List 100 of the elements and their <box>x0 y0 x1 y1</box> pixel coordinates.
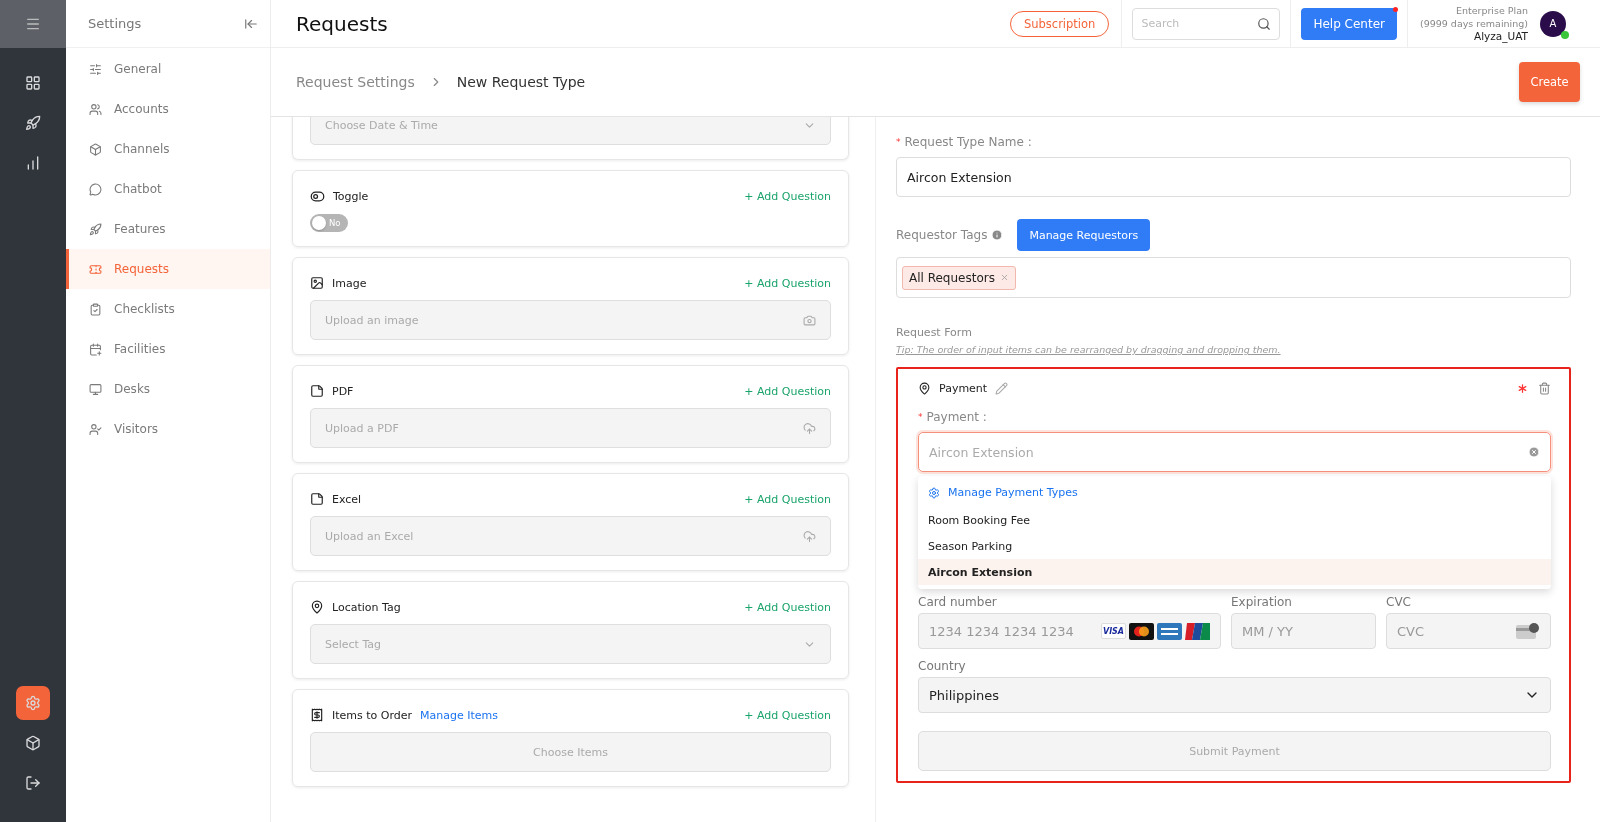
receipt-icon <box>310 708 324 722</box>
sidebar-item[interactable]: Channels <box>66 129 270 169</box>
cvc-field[interactable]: CVC <box>1386 613 1551 649</box>
upload-icon <box>803 529 816 543</box>
tags-field[interactable]: All Requestors <box>896 257 1571 298</box>
input-field[interactable]: Upload an Excel <box>310 516 831 556</box>
box-icon[interactable] <box>25 735 41 751</box>
clear-icon[interactable] <box>1528 446 1540 458</box>
settings-icon <box>928 486 940 499</box>
section-label: Request Form <box>896 326 972 339</box>
card-back-icon <box>1516 622 1540 640</box>
sidebar-item[interactable]: Requests <box>66 249 270 289</box>
clipboard-icon <box>89 302 102 316</box>
chat-icon <box>89 182 102 196</box>
note-icon <box>310 492 324 506</box>
add-question-link[interactable]: + Add Question <box>744 276 831 290</box>
field-label: Requestor Tags <box>896 228 988 242</box>
upload-icon <box>803 421 816 435</box>
plan-days: (9999 days remaining) <box>1419 17 1528 30</box>
input-field[interactable]: Upload an image <box>310 300 831 340</box>
field-label: Country <box>918 659 967 673</box>
breadcrumb-item[interactable]: Request Settings <box>296 74 415 90</box>
toggle-switch[interactable]: No <box>310 214 348 232</box>
dropdown-option[interactable]: Room Booking Fee <box>918 507 1551 533</box>
box-icon <box>89 142 102 156</box>
expiration-field[interactable]: MM / YY <box>1231 613 1376 649</box>
input-field[interactable]: Aircon Extension <box>896 157 1571 197</box>
image-icon <box>310 276 324 290</box>
info-icon <box>991 229 1004 241</box>
rocket-icon[interactable] <box>25 115 41 131</box>
payment-select[interactable]: Aircon Extension <box>918 432 1551 472</box>
sidebar-item[interactable]: Chatbot <box>66 169 270 209</box>
field-label: Request Type Name : <box>904 135 1032 149</box>
pin-icon <box>918 382 931 395</box>
field-label: Expiration <box>1231 595 1293 609</box>
trash-icon[interactable] <box>1538 382 1551 395</box>
sidebar-item[interactable]: General <box>66 49 270 89</box>
payment-title: Payment <box>939 382 988 395</box>
country-select[interactable]: Philippines <box>918 677 1551 713</box>
calendar-icon <box>89 342 102 356</box>
user-icon <box>89 422 102 436</box>
manage-link[interactable]: Manage Items <box>420 708 499 722</box>
search-icon[interactable] <box>1257 16 1272 31</box>
manage-payment-types[interactable]: Manage Payment Types <box>918 480 1551 507</box>
input-field[interactable]: Upload a PDF <box>310 408 831 448</box>
add-question-link[interactable]: + Add Question <box>744 708 831 722</box>
question-label: PDF <box>332 384 354 398</box>
page-title: Requests <box>296 11 389 36</box>
input-field[interactable]: Choose Date & Time <box>310 117 831 145</box>
search-field[interactable]: Search <box>1132 7 1281 40</box>
collapse-icon[interactable] <box>244 16 258 31</box>
question-label: Toggle <box>333 190 369 203</box>
choose-items-button[interactable]: Choose Items <box>310 732 831 772</box>
manage-requestors-button[interactable]: Manage Requestors <box>1017 219 1151 251</box>
submit-payment-button[interactable]: Submit Payment <box>918 731 1551 771</box>
question-label: Items to Order <box>332 708 413 722</box>
sliders-icon <box>89 62 102 76</box>
question-label: Image <box>332 276 367 290</box>
required-mark: * <box>896 137 901 147</box>
requestor-tag: All Requestors <box>902 265 1016 290</box>
create-button[interactable]: Create <box>1519 62 1580 102</box>
card-number-field[interactable]: 1234 1234 1234 1234 VISA <box>918 613 1221 649</box>
add-question-link[interactable]: + Add Question <box>744 190 831 203</box>
add-question-link[interactable]: + Add Question <box>744 600 831 614</box>
logout-icon[interactable] <box>25 775 41 791</box>
mastercard-icon <box>1129 622 1154 640</box>
toggle-icon <box>310 189 325 204</box>
active-rail-button[interactable] <box>16 686 50 720</box>
sidebar-item[interactable]: Facilities <box>66 329 270 369</box>
help-center-button[interactable]: Help Center <box>1301 7 1397 40</box>
user-name: Alyza_UAT <box>1474 30 1528 43</box>
sidebar-title: Settings <box>88 16 142 31</box>
pin-icon <box>310 600 324 614</box>
field-label: Payment : <box>926 410 987 424</box>
user-avatar[interactable]: A <box>1540 10 1566 37</box>
sidebar-item[interactable]: Features <box>66 209 270 249</box>
visa-logo: VISA <box>1101 623 1126 639</box>
field-label: CVC <box>1386 595 1412 609</box>
plan-name: Enterprise Plan <box>1455 4 1528 17</box>
edit-icon[interactable] <box>995 382 1009 395</box>
sidebar-item[interactable]: Desks <box>66 369 270 409</box>
rocket-icon <box>89 222 102 236</box>
question-label: Location Tag <box>332 600 401 614</box>
users-icon <box>89 102 102 116</box>
menu-icon[interactable] <box>25 16 41 32</box>
sidebar-item[interactable]: Visitors <box>66 409 270 449</box>
ticket-icon <box>89 262 102 276</box>
add-question-link[interactable]: + Add Question <box>744 384 831 398</box>
input-field[interactable]: Select Tag <box>310 624 831 664</box>
required-mark: * <box>918 412 923 422</box>
chart-icon[interactable] <box>25 155 41 171</box>
subscription-button[interactable]: Subscription <box>1009 10 1110 37</box>
sidebar-item[interactable]: Accounts <box>66 89 270 129</box>
unionpay-icon <box>1185 622 1210 640</box>
dashboard-icon[interactable] <box>25 75 41 91</box>
tip-text: Tip: The order of input items can be rearranged by dragging and dropping them. <box>896 344 1282 355</box>
sidebar-item[interactable]: Checklists <box>66 289 270 329</box>
add-question-link[interactable]: + Add Question <box>744 492 831 506</box>
dropdown-option[interactable]: Aircon Extension <box>918 559 1551 585</box>
dropdown-option[interactable]: Season Parking <box>918 533 1551 559</box>
